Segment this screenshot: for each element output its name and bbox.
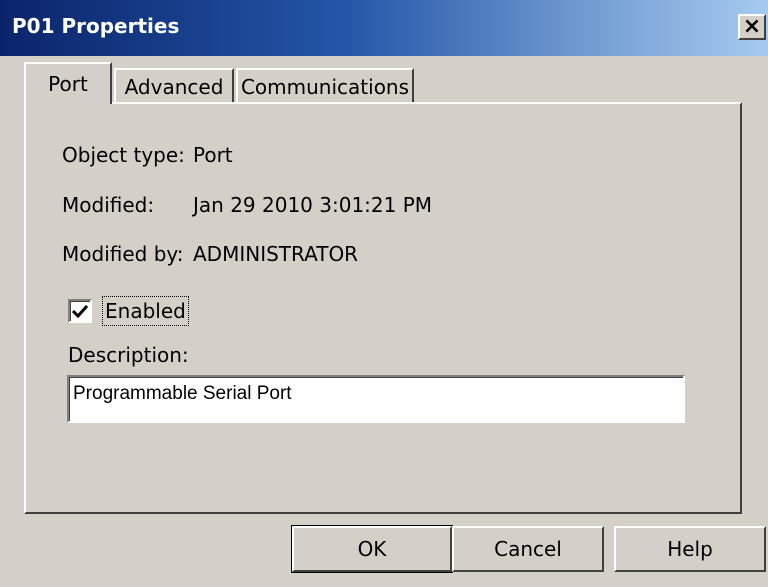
modified-value: Jan 29 2010 3:01:21 PM	[193, 193, 433, 217]
close-icon: ×	[742, 14, 762, 39]
cancel-button-label: Cancel	[494, 537, 562, 561]
ok-button[interactable]: OK	[291, 525, 453, 573]
window-title: P01 Properties	[12, 14, 180, 38]
enabled-label[interactable]: Enabled	[102, 296, 189, 326]
tab-advanced[interactable]: Advanced	[114, 68, 234, 104]
tab-label: Advanced	[124, 75, 224, 99]
modified-by-value: ADMINISTRATOR	[193, 242, 359, 266]
checkmark-icon	[72, 304, 88, 318]
close-button[interactable]: ×	[738, 14, 766, 40]
tab-communications[interactable]: Communications	[236, 68, 414, 104]
modified-by-label: Modified by:	[62, 242, 184, 266]
description-label: Description:	[68, 343, 189, 367]
modified-label: Modified:	[62, 193, 155, 217]
help-button-label: Help	[667, 537, 713, 561]
description-input[interactable]: Programmable Serial Port	[67, 375, 685, 423]
enabled-checkbox[interactable]	[68, 299, 92, 323]
cancel-button[interactable]: Cancel	[452, 526, 604, 572]
ok-button-label: OK	[357, 537, 387, 561]
tab-port[interactable]: Port	[24, 62, 112, 104]
object-type-label: Object type:	[62, 143, 185, 167]
tab-label: Communications	[240, 75, 410, 99]
object-type-value: Port	[193, 143, 233, 167]
tab-label: Port	[48, 72, 88, 96]
title-bar: P01 Properties ×	[0, 0, 768, 56]
help-button[interactable]: Help	[614, 526, 766, 572]
